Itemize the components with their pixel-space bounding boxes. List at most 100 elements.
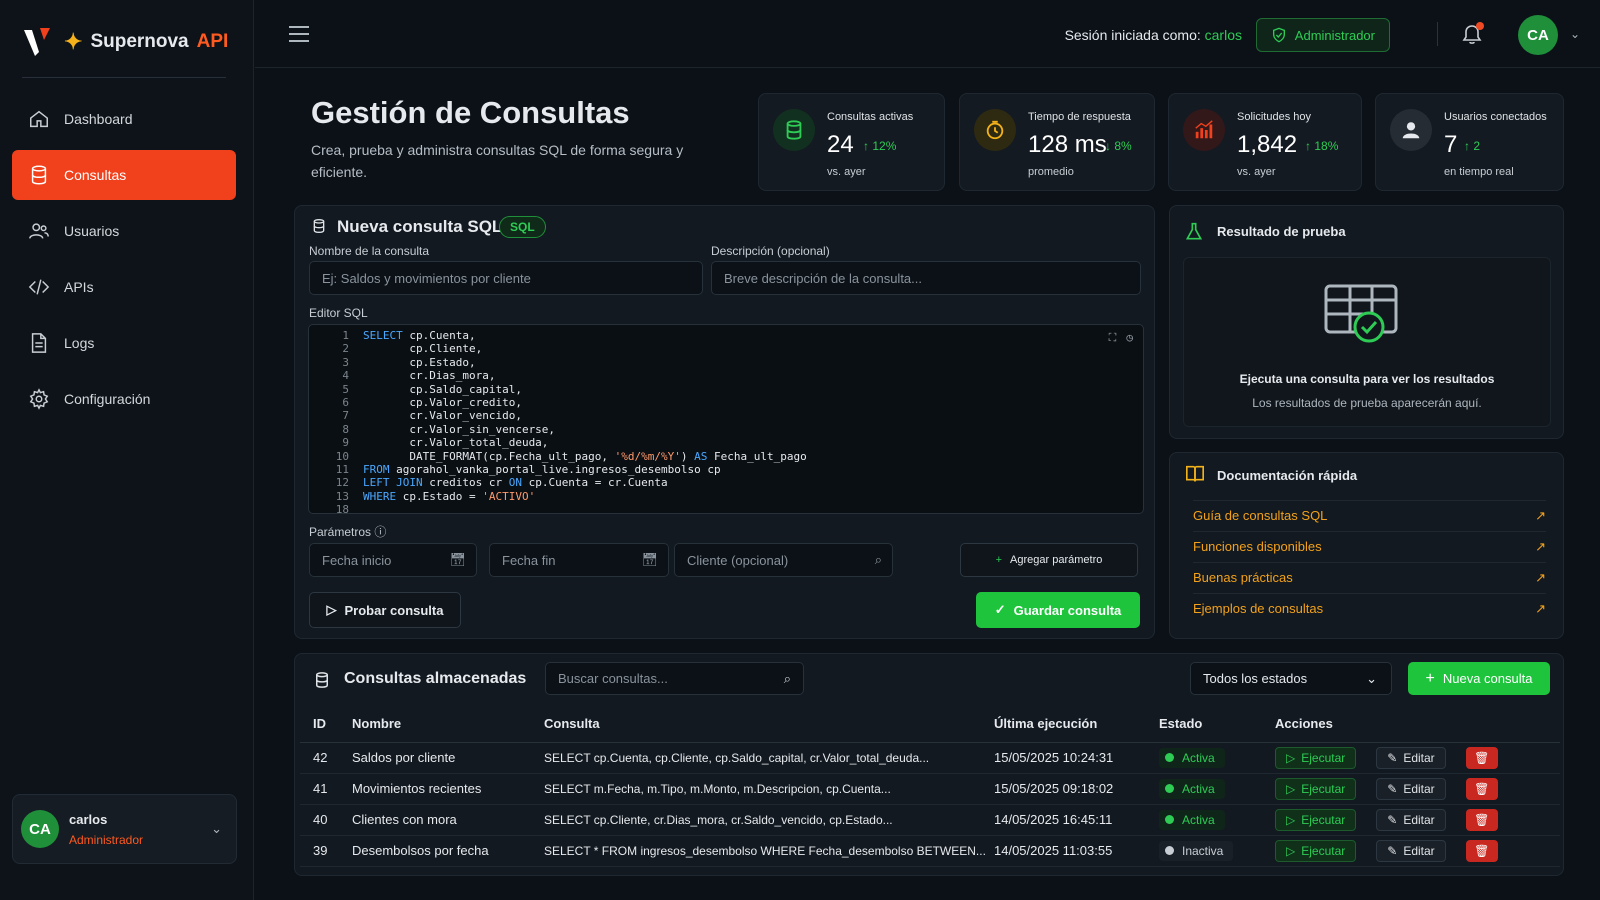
external-link-icon: ↗ [1535,538,1546,554]
user-card[interactable]: CA carlos Administrador ⌄ [12,794,237,864]
cell-query: SELECT * FROM ingresos_desembolso WHERE … [544,835,994,867]
table-row[interactable]: 39 Desembolsos por fecha SELECT * FROM ing… [300,835,1560,867]
doc-link[interactable]: Buenas prácticas ↗ [1193,562,1546,592]
edit-button[interactable]: ✎ Editar [1376,839,1446,862]
sql-line[interactable]: SELECT cp.Cuenta, [363,329,807,342]
edit-button[interactable]: ✎ Editar [1376,808,1446,831]
client-input[interactable]: Cliente (opcional) ⌕ [674,543,893,577]
table-row[interactable]: 42 Saldos por cliente SELECT cp.Cuenta, cp… [300,742,1560,774]
query-name-input[interactable]: Ej: Saldos y movimientos por cliente [309,261,703,295]
sql-code[interactable]: SELECT cp.Cuenta, cp.Cliente, cp.Estado,… [363,329,807,513]
sidebar-item-apis[interactable]: APIs [12,262,236,312]
bell-icon[interactable] [1460,22,1484,46]
date-start-input[interactable]: Fecha inicio 📅︎ [309,543,477,577]
menu-icon[interactable] [289,26,309,42]
sql-line[interactable]: WHERE cp.Estado = 'ACTIVO' [363,490,807,503]
new-query-button[interactable]: + Nueva consulta [1408,662,1550,695]
table-row[interactable]: 40 Clientes con mora SELECT cp.Cliente, cr… [300,804,1560,836]
status-dot [1165,784,1174,793]
page-title: Gestión de Consultas [311,95,630,130]
role-badge-label: Administrador [1294,27,1375,43]
stat-note: vs. ayer [1237,166,1276,178]
sql-badge: SQL [499,216,546,238]
sql-line[interactable]: LEFT JOIN creditos cr ON cp.Cuenta = cr.… [363,476,807,489]
table-row[interactable]: 41 Movimientos recientes SELECT m.Fecha, m… [300,773,1560,805]
stat-card-users: Usuarios conectados 7 ↑ 2 en tiempo real [1375,93,1564,191]
run-button[interactable]: ▷ Ejecutar [1275,839,1357,862]
column-header: Nombre [352,706,544,743]
avatar[interactable]: CA [1518,15,1558,55]
plus-icon: + [1425,669,1435,687]
play-icon: ▷ [1286,750,1296,765]
sidebar-nav: Dashboard Consultas Usuarios APIs Logs C… [12,94,236,430]
edit-button[interactable]: ✎ Editar [1376,746,1446,769]
edit-button[interactable]: ✎ Editar [1376,777,1446,800]
column-header: Última ejecución [994,706,1159,743]
delete-button[interactable]: 🗑︎ [1465,777,1498,800]
add-param-button[interactable]: + Agregar parámetro [960,543,1138,577]
brand[interactable]: ✦ Supernova API [22,26,228,58]
date-end-input[interactable]: Fecha fin 📅︎ [489,543,669,577]
sql-line[interactable]: cr.Dias_mora, [363,369,807,382]
sql-line[interactable] [363,503,807,513]
sql-line[interactable]: cp.Cliente, [363,342,807,355]
cell-status: Activa [1159,742,1275,774]
user-icon [1390,109,1432,151]
cell-name: Desembolsos por fecha [352,835,544,867]
spark-icon: ✦ [64,29,83,54]
sql-line[interactable]: cr.Valor_total_deuda, [363,436,807,449]
params-label: Parámetros ⓘ [309,525,387,539]
status-dot [1165,753,1174,762]
role-badge[interactable]: Administrador [1255,18,1390,52]
query-description-input[interactable]: Breve descripción de la consulta... [711,261,1141,295]
name-label: Nombre de la consulta [309,244,430,258]
sql-line[interactable]: cr.Valor_vencido, [363,409,807,422]
run-button[interactable]: ▷ Ejecutar [1275,746,1357,769]
sql-editor[interactable]: 1 2 3 4 5 6 7 8 9 10 11 12 13 18 SELECT cp.Cuenta, cp… [308,324,1144,514]
sql-line[interactable]: cp.Valor_credito, [363,396,807,409]
play-icon: ▷ [326,602,337,617]
sidebar-item-dashboard[interactable]: Dashboard [12,94,236,144]
cell-last-run: 15/05/2025 09:18:02 [994,773,1159,805]
sql-line[interactable]: DATE_FORMAT(cp.Fecha_ult_pago, '%d/%m/%Y… [363,450,806,463]
sql-line[interactable]: cp.Saldo_capital, [363,383,807,396]
cell-id: 40 [300,804,352,836]
sidebar-item-configuracion[interactable]: Configuración [12,374,236,424]
sidebar-item-consultas[interactable]: Consultas [12,150,236,200]
sql-line[interactable]: cr.Valor_sin_vencerse, [363,423,807,436]
run-button[interactable]: ▷ Ejecutar [1275,808,1357,831]
search-queries-input[interactable]: Buscar consultas... ⌕ [545,662,804,695]
doc-link[interactable]: Funciones disponibles ↗ [1193,531,1546,561]
sidebar-item-usuarios[interactable]: Usuarios [12,206,236,256]
chevron-down-icon[interactable]: ⌄ [1570,27,1580,41]
run-button[interactable]: ▷ Ejecutar [1275,777,1357,800]
new-query-title: Nueva consulta SQL [337,217,503,236]
history-icon[interactable]: ◷ [1126,331,1133,345]
delete-button[interactable]: 🗑︎ [1465,808,1498,831]
status-badge: Activa [1159,809,1225,830]
sql-line[interactable]: FROM agorahol_vanka_portal_live.ingresos… [363,463,807,476]
sql-line[interactable]: cp.Estado, [363,356,807,369]
delete-button[interactable]: 🗑︎ [1465,839,1498,862]
save-query-button[interactable]: ✓ Guardar consulta [976,592,1140,628]
user-role: Administrador [69,832,144,847]
doc-link[interactable]: Ejemplos de consultas ↗ [1193,593,1546,623]
line-numbers: 1 2 3 4 5 6 7 8 9 10 11 12 13 18 [335,329,349,514]
play-icon: ▷ [1286,843,1296,858]
delete-button[interactable]: 🗑︎ [1465,746,1498,769]
status-filter-select[interactable]: Todos los estados ⌄ [1190,662,1392,695]
test-query-button[interactable]: ▷ Probar consulta [309,592,461,628]
expand-icon[interactable]: ⛶ [1109,331,1117,345]
status-dot [1165,846,1174,855]
sidebar-item-logs[interactable]: Logs [12,318,236,368]
stat-card-response: Tiempo de respuesta 128 ms ↓ 8% promedio [959,93,1155,191]
table-header-row: ID Nombre Consulta Última ejecución Esta… [300,706,1560,743]
logo-icon [24,28,50,56]
notification-dot [1476,22,1484,30]
database-icon [316,672,328,688]
stat-value: 7 [1444,131,1458,158]
chevron-down-icon[interactable]: ⌄ [211,821,222,837]
doc-link[interactable]: Guía de consultas SQL ↗ [1193,500,1546,530]
sidebar-item-label: Consultas [64,167,127,183]
stat-note: en tiempo real [1444,166,1514,178]
